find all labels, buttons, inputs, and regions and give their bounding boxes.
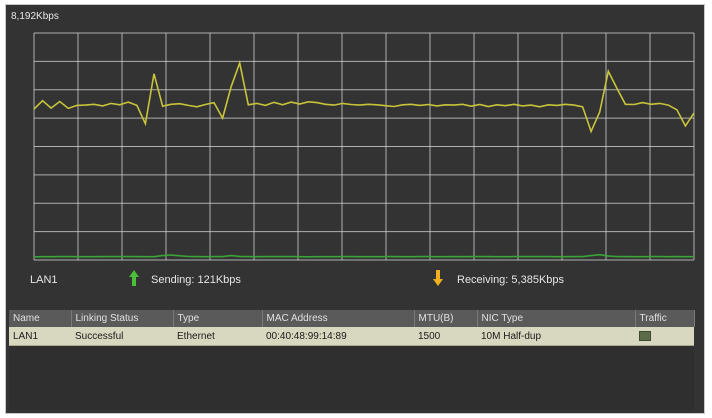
traffic-legend: LAN1 Sending: 121Kbps Receiving: 5,385Kb… — [6, 267, 704, 293]
receiving-rate: Receiving: 5,385Kbps — [457, 274, 565, 286]
traffic-graph-panel: 8,192Kbps — [6, 5, 704, 263]
cell-mac-address: 00:40:48:99:14:89 — [262, 327, 414, 346]
cell-nic-type: 10M Half-dup — [477, 327, 635, 346]
traffic-graph-icon[interactable] — [639, 330, 651, 341]
receiving-traffic-line — [33, 60, 695, 134]
graph-max-label: 8,192Kbps — [11, 11, 59, 22]
column-header-mtu[interactable]: MTU(B) — [414, 310, 478, 327]
network-interface-table-panel: Name Linking Status Type MAC Address MTU… — [9, 310, 695, 410]
cell-traffic — [635, 327, 694, 346]
column-header-mac-address[interactable]: MAC Address — [262, 310, 415, 327]
network-traffic-window: 8,192Kbps LAN1 Sending: 121Kbps Receivin… — [6, 5, 704, 413]
sending-rate: Sending: 121Kbps — [151, 274, 241, 286]
traffic-graph — [33, 32, 695, 261]
network-interface-table: Name Linking Status Type MAC Address MTU… — [9, 310, 695, 346]
column-header-type[interactable]: Type — [173, 310, 263, 327]
cell-type: Ethernet — [173, 327, 262, 346]
table-row[interactable]: LAN1 Successful Ethernet 00:40:48:99:14:… — [9, 327, 694, 346]
receiving-arrow-down-icon — [433, 270, 443, 286]
column-header-linking-status[interactable]: Linking Status — [71, 310, 174, 327]
cell-mtu: 1500 — [414, 327, 477, 346]
column-header-traffic[interactable]: Traffic — [635, 310, 695, 327]
sending-traffic-line — [33, 253, 694, 258]
sending-arrow-up-icon — [129, 270, 139, 286]
cell-linking-status: Successful — [71, 327, 173, 346]
cell-name: LAN1 — [9, 327, 71, 346]
column-header-name[interactable]: Name — [9, 310, 72, 327]
lan-label: LAN1 — [30, 274, 58, 286]
table-header-row: Name Linking Status Type MAC Address MTU… — [9, 310, 695, 327]
column-header-nic-type[interactable]: NIC Type — [477, 310, 636, 327]
